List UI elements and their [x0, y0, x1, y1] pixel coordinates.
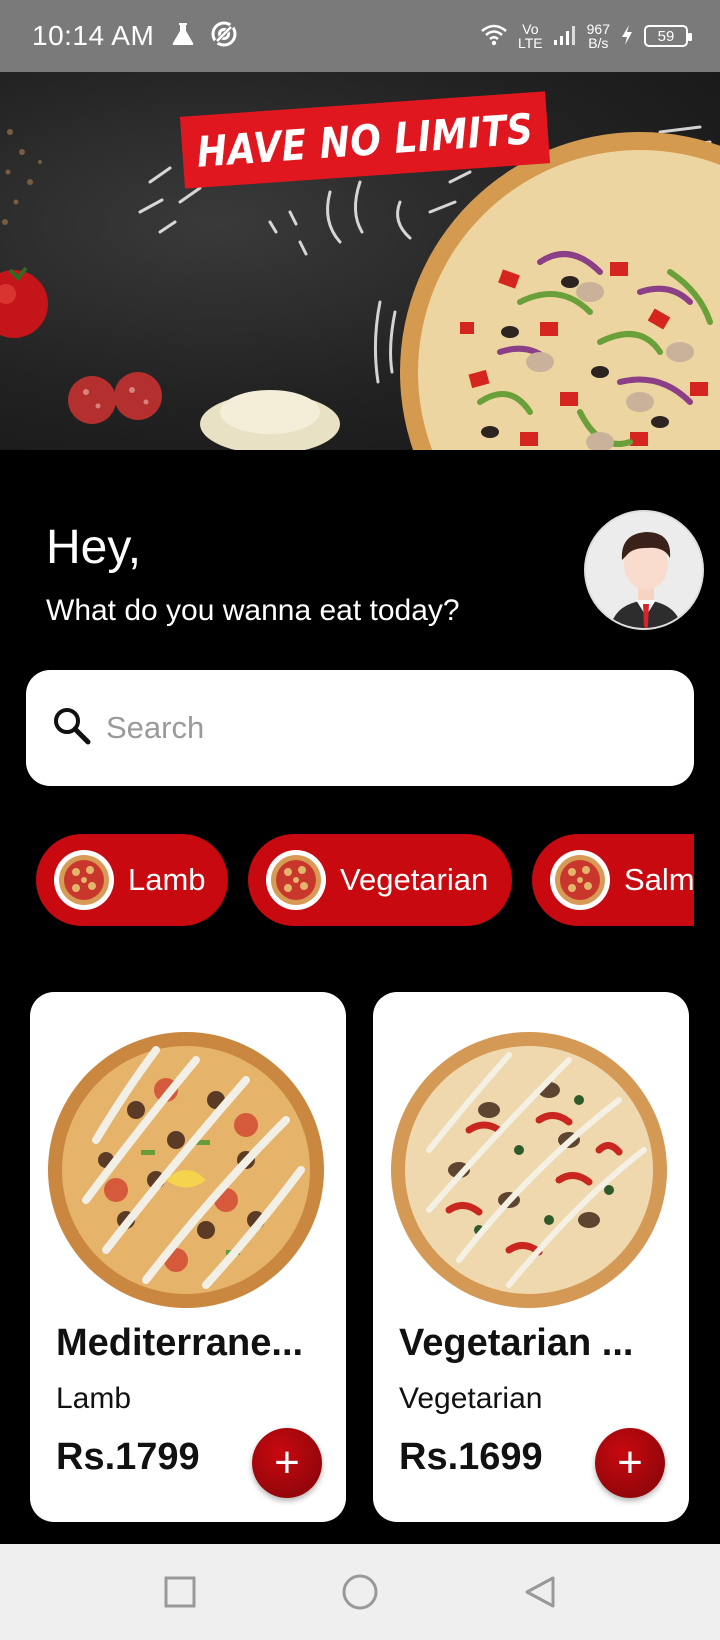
triangle-back-icon[interactable] [520, 1572, 560, 1612]
promo-banner[interactable]: HAVE NO LIMITS [0, 72, 720, 450]
category-label: Vegetarian [340, 862, 489, 897]
category-chip-vegetarian[interactable]: Vegetarian [248, 834, 512, 926]
network-speed-unit: B/s [588, 35, 609, 51]
product-image [46, 1030, 326, 1310]
product-name: Vegetarian ... [399, 1322, 634, 1364]
status-right: Vo LTE 967 B/s 59 [480, 22, 692, 50]
add-to-cart-button[interactable]: + [252, 1428, 322, 1498]
network-type: Vo LTE [518, 22, 543, 50]
app-screen: 10:14 AM Vo LTE 967 B/s 59 HAVE NO LIMIT… [0, 0, 720, 1640]
battery-icon: 59 [644, 25, 692, 47]
avatar[interactable] [584, 510, 704, 630]
category-label: Lamb [128, 862, 206, 897]
square-nav-icon[interactable] [160, 1572, 200, 1612]
circle-nav-icon[interactable] [340, 1572, 380, 1612]
network-type-bottom: LTE [518, 35, 543, 51]
status-bar: 10:14 AM Vo LTE 967 B/s 59 [0, 0, 720, 72]
network-speed: 967 B/s [587, 22, 610, 50]
signal-icon [553, 24, 577, 49]
product-card[interactable]: Mediterrane... Lamb Rs.1799 + [30, 992, 346, 1522]
battery-level: 59 [657, 27, 675, 45]
greeting-subtitle: What do you wanna eat today? [46, 594, 460, 627]
search-bar[interactable] [26, 670, 694, 786]
status-time: 10:14 AM [32, 20, 155, 51]
search-icon [52, 706, 92, 751]
product-card[interactable]: Vegetarian ... Vegetarian Rs.1699 + [373, 992, 689, 1522]
product-price: Rs.1799 [56, 1436, 200, 1478]
plus-icon: + [617, 1438, 643, 1487]
flask-icon [170, 21, 196, 52]
charging-icon [620, 24, 634, 49]
plus-icon: + [274, 1438, 300, 1487]
status-left-icons [170, 20, 238, 53]
network-speed-value: 967 [586, 21, 610, 37]
pizza-icon [54, 850, 114, 910]
category-list: Lamb Vegetarian Salm [36, 834, 694, 926]
product-category: Vegetarian [399, 1382, 543, 1415]
product-price: Rs.1699 [399, 1436, 543, 1478]
network-type-top: Vo [522, 21, 539, 37]
wifi-icon [480, 23, 508, 50]
pizza-icon [550, 850, 610, 910]
product-image [389, 1030, 669, 1310]
data-saver-icon [210, 20, 238, 53]
category-label: Salm [624, 862, 694, 897]
product-name: Mediterrane... [56, 1322, 304, 1364]
product-category: Lamb [56, 1382, 132, 1415]
pizza-icon [266, 850, 326, 910]
greeting-title: Hey, [46, 521, 142, 574]
add-to-cart-button[interactable]: + [595, 1428, 665, 1498]
system-nav-bar [0, 1544, 720, 1640]
search-input[interactable] [106, 710, 646, 746]
avatar-illustration [586, 512, 702, 628]
category-chip-lamb[interactable]: Lamb [36, 834, 228, 926]
banner-tagline-text: HAVE NO LIMITS [195, 103, 535, 177]
category-chip-salmon[interactable]: Salm [532, 834, 694, 926]
